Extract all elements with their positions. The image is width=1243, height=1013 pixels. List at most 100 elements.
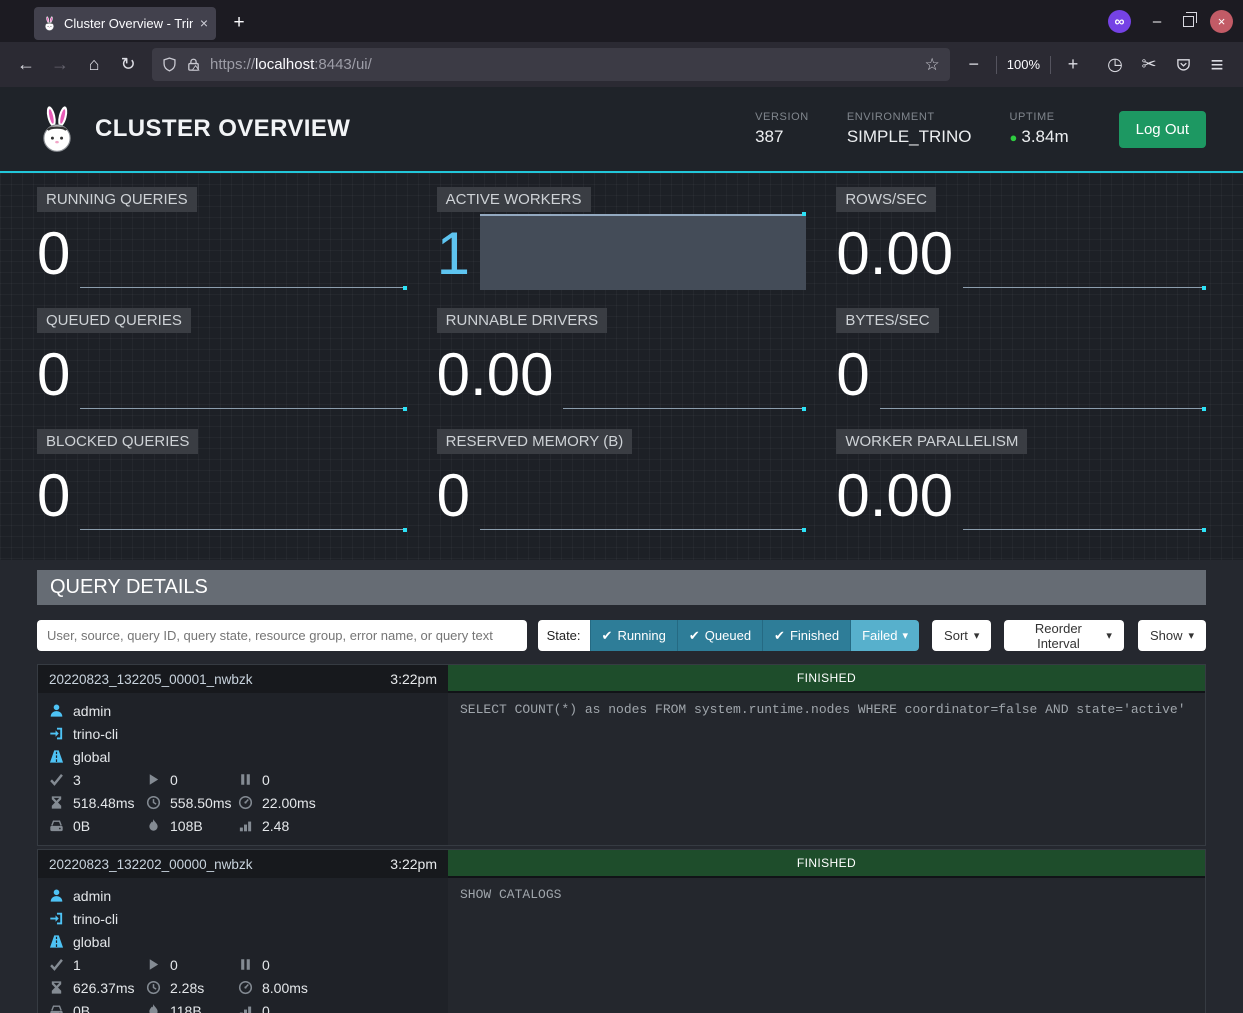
parallelism: 0 xyxy=(262,1003,270,1013)
screenshot-icon[interactable]: ✂ xyxy=(1133,49,1165,81)
sort-dropdown[interactable]: Sort ▾ xyxy=(932,620,991,651)
stat-label: ACTIVE WORKERS xyxy=(437,187,591,212)
total-time-clock-icon xyxy=(146,795,161,810)
current-memory: 0B xyxy=(73,818,90,834)
status-dot: ● xyxy=(1010,130,1018,145)
sparkline-line xyxy=(563,408,803,409)
cluster-stats-section: RUNNING QUERIES 0 ACTIVE WORKERS 1 ROWS/… xyxy=(0,173,1243,560)
sparkline-area xyxy=(480,214,806,290)
zoom-in-button[interactable]: + xyxy=(1057,49,1089,81)
sparkline-line xyxy=(480,529,803,530)
private-browsing-icon: ∞ xyxy=(1108,10,1131,33)
back-button[interactable]: ← xyxy=(10,49,42,81)
query-details-header: QUERY DETAILS xyxy=(37,570,1206,605)
stat-label: QUEUED QUERIES xyxy=(37,308,191,333)
stat-value: 0.00 xyxy=(836,460,953,532)
sparkline xyxy=(563,335,806,411)
total-time-clock-icon xyxy=(146,980,161,995)
filter-failed-dropdown[interactable]: Failed ▾ xyxy=(850,620,919,651)
window-close-button[interactable]: × xyxy=(1210,10,1233,33)
source-login-icon xyxy=(49,911,64,926)
uptime-text: 3.84m xyxy=(1021,127,1068,146)
home-button[interactable]: ⌂ xyxy=(78,49,110,81)
tab-close-icon[interactable]: × xyxy=(200,15,208,31)
query-filter-toolbar: State: ✔ Running ✔ Queued ✔ Finished Fai… xyxy=(37,620,1206,651)
tracking-shield-icon[interactable] xyxy=(162,57,177,72)
zoom-out-button[interactable]: − xyxy=(958,49,990,81)
environment-value: SIMPLE_TRINO xyxy=(847,127,972,147)
window-minimize-button[interactable]: – xyxy=(1147,13,1167,30)
sparkline-line xyxy=(963,287,1203,288)
query-sql-text: SELECT COUNT(*) as nodes FROM system.run… xyxy=(448,693,1205,845)
address-bar[interactable]: https://localhost:8443/ui/ ☆ xyxy=(152,48,950,81)
total-time: 558.50ms xyxy=(170,795,231,811)
wall-time: 626.37ms xyxy=(73,980,134,996)
cpu-time-gauge-icon xyxy=(238,980,253,995)
sparkline xyxy=(963,214,1206,290)
tab-title: Cluster Overview - Trino xyxy=(64,16,193,31)
query-id-link[interactable]: 20220823_132205_00001_nwbzk xyxy=(49,672,252,687)
url-path: :8443/ui/ xyxy=(314,56,372,73)
history-clock-icon[interactable]: ◷ xyxy=(1099,49,1131,81)
chevron-down-icon: ▾ xyxy=(974,629,980,642)
queued-splits: 0 xyxy=(262,772,270,788)
filter-label: Running xyxy=(617,628,665,643)
bookmark-star-icon[interactable]: ☆ xyxy=(925,55,940,75)
environment-label: ENVIRONMENT xyxy=(847,111,972,123)
pocket-icon[interactable] xyxy=(1167,49,1199,81)
trino-bunny-logo xyxy=(37,105,77,153)
stat-label: WORKER PARALLELISM xyxy=(836,429,1027,454)
filter-queued-button[interactable]: ✔ Queued xyxy=(677,620,762,651)
uptime-info: UPTIME ●3.84m xyxy=(1010,111,1069,147)
cpu-time: 8.00ms xyxy=(262,980,308,996)
stat-label: BYTES/SEC xyxy=(836,308,938,333)
stat-tile-bytes-sec: BYTES/SEC 0 xyxy=(836,308,1206,419)
stat-label: ROWS/SEC xyxy=(836,187,936,212)
browser-tab[interactable]: Cluster Overview - Trino × xyxy=(34,7,216,40)
url-scheme: https:// xyxy=(210,56,255,73)
trino-ui-page: CLUSTER OVERVIEW VERSION 387 ENVIRONMENT… xyxy=(0,87,1243,1013)
url-text[interactable]: https://localhost:8443/ui/ xyxy=(210,56,916,73)
stat-value: 1 xyxy=(437,218,470,290)
running-splits-play-icon xyxy=(146,957,161,972)
query-time: 3:22pm xyxy=(390,856,437,872)
new-tab-button[interactable]: + xyxy=(224,8,254,38)
wall-time-hourglass-icon xyxy=(49,795,64,810)
sparkline-dot xyxy=(1202,407,1206,411)
reload-button[interactable]: ↻ xyxy=(112,49,144,81)
menu-hamburger-icon[interactable]: ≡ xyxy=(1201,49,1233,81)
parallelism-eq-icon xyxy=(238,818,253,833)
wall-time-hourglass-icon xyxy=(49,980,64,995)
stat-value: 0 xyxy=(37,218,70,290)
reorder-interval-dropdown[interactable]: Reorder Interval ▾ xyxy=(1004,620,1124,651)
sparkline-dot xyxy=(403,407,407,411)
query-row: 20220823_132202_00000_nwbzk 3:22pm admin… xyxy=(37,849,1206,1013)
user-icon xyxy=(49,703,64,718)
completed-splits: 1 xyxy=(73,957,81,973)
sparkline xyxy=(80,456,406,532)
sparkline xyxy=(963,456,1206,532)
filter-label: Queued xyxy=(705,628,751,643)
uptime-value: ●3.84m xyxy=(1010,127,1069,147)
show-dropdown[interactable]: Show ▾ xyxy=(1138,620,1206,651)
logout-button[interactable]: Log Out xyxy=(1119,111,1206,148)
filter-finished-button[interactable]: ✔ Finished xyxy=(762,620,850,651)
sparkline-dot xyxy=(802,407,806,411)
query-row: 20220823_132205_00001_nwbzk 3:22pm admin… xyxy=(37,664,1206,846)
sparkline-line xyxy=(80,408,403,409)
sparkline xyxy=(480,456,806,532)
filter-running-button[interactable]: ✔ Running xyxy=(590,620,677,651)
lock-warning-icon[interactable] xyxy=(186,57,201,72)
zoom-level[interactable]: 100% xyxy=(1003,57,1044,72)
query-resource-group: global xyxy=(73,934,110,950)
cpu-time-gauge-icon xyxy=(238,795,253,810)
window-restore-button[interactable] xyxy=(1183,16,1194,27)
running-splits-play-icon xyxy=(146,772,161,787)
sparkline-line xyxy=(963,529,1203,530)
query-id-link[interactable]: 20220823_132202_00000_nwbzk xyxy=(49,857,252,872)
stat-tile-worker-parallelism: WORKER PARALLELISM 0.00 xyxy=(836,429,1206,540)
query-search-input[interactable] xyxy=(37,620,527,651)
stat-value: 0 xyxy=(37,460,70,532)
sparkline xyxy=(80,214,406,290)
forward-button[interactable]: → xyxy=(44,49,76,81)
